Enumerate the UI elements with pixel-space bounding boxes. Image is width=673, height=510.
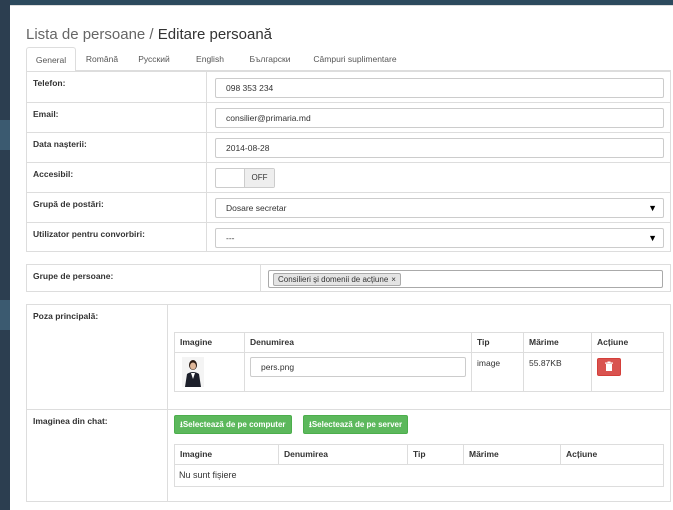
- chat-user-row: Utilizator pentru convorbiri: --- ▼: [27, 223, 670, 252]
- file-name-input[interactable]: pers.png: [250, 357, 466, 377]
- post-group-select[interactable]: Dosare secretar ▼: [215, 198, 664, 218]
- email-row: Email: consilier@primaria.md: [27, 103, 670, 133]
- name-cell: pers.png: [245, 353, 472, 391]
- person-photo-thumbnail[interactable]: [182, 357, 204, 387]
- table-header: Imagine Denumirea Tip Mărime Acțiune: [175, 333, 663, 353]
- breadcrumb-separator: /: [145, 26, 158, 43]
- post-group-row: Grupă de postări: Dosare secretar ▼: [27, 193, 670, 223]
- post-group-value: Dosare secretar: [226, 203, 287, 213]
- empty-message: Nu sunt fișiere: [179, 470, 237, 480]
- main-image-label: Poza principală:: [27, 305, 168, 409]
- tab-extra-fields[interactable]: Câmpuri suplimentare: [305, 47, 405, 71]
- accessible-toggle[interactable]: OFF: [215, 168, 275, 188]
- empty-row: Nu sunt fișiere: [175, 465, 663, 486]
- language-tabs: General Română Русский English Български…: [26, 47, 671, 72]
- col-type: Tip: [472, 333, 524, 352]
- trash-icon: [605, 361, 613, 371]
- phone-input[interactable]: 098 353 234: [215, 78, 664, 98]
- tab-russian[interactable]: Русский: [136, 47, 172, 71]
- col-name: Denumirea: [279, 445, 408, 464]
- accessible-label: Accesibil:: [27, 163, 207, 192]
- tag-remove-icon[interactable]: ×: [391, 275, 396, 284]
- breadcrumb-current: Editare persoană: [157, 26, 273, 43]
- toggle-state: OFF: [244, 169, 274, 187]
- email-label: Email:: [27, 103, 207, 132]
- col-image: Imagine: [175, 445, 279, 464]
- page-title: Lista de persoane / Editare persoană: [26, 26, 272, 43]
- birthdate-input[interactable]: 2014-08-28: [215, 138, 664, 158]
- person-groups-label: Grupe de persoane:: [27, 265, 261, 291]
- person-groups-multiselect[interactable]: Consilieri și domenii de acțiune ×: [268, 270, 663, 288]
- chat-user-label: Utilizator pentru convorbiri:: [27, 223, 207, 252]
- table-header: Imagine Denumirea Tip Mărime Acțiune: [175, 445, 663, 465]
- person-groups-form: Grupe de persoane: Consilieri și domenii…: [26, 264, 671, 292]
- select-from-computer-button[interactable]: ⭳Selectează de pe computer: [174, 415, 292, 434]
- images-form: Poza principală: Imagine Denumirea Tip M…: [26, 304, 671, 502]
- general-form: Telefon: 098 353 234 Email: consilier@pr…: [26, 71, 671, 252]
- chat-image-files-table: Imagine Denumirea Tip Mărime Acțiune Nu …: [174, 444, 664, 487]
- accessible-row: Accesibil: OFF: [27, 163, 670, 193]
- breadcrumb-parent[interactable]: Lista de persoane: [26, 26, 145, 43]
- edit-person-modal: Lista de persoane / Editare persoană Gen…: [10, 5, 673, 510]
- file-size: 55.87KB: [524, 353, 592, 391]
- col-image: Imagine: [175, 333, 245, 352]
- thumb-cell: [175, 353, 245, 391]
- chat-image-label: Imaginea din chat:: [27, 410, 168, 502]
- col-type: Tip: [408, 445, 464, 464]
- birthdate-label: Data nașterii:: [27, 133, 207, 162]
- dropdown-arrow-icon: ▼: [648, 233, 657, 243]
- dropdown-arrow-icon: ▼: [648, 203, 657, 213]
- phone-row: Telefon: 098 353 234: [27, 72, 670, 103]
- tab-english[interactable]: English: [187, 47, 233, 71]
- col-action: Acțiune: [597, 337, 629, 347]
- main-image-files-table: Imagine Denumirea Tip Mărime Acțiune per…: [174, 332, 664, 392]
- chat-user-select[interactable]: --- ▼: [215, 228, 664, 248]
- tab-general[interactable]: General: [26, 47, 76, 72]
- sidebar-item[interactable]: [0, 120, 10, 150]
- file-type: image: [472, 353, 524, 391]
- chat-image-row: Imaginea din chat: ⭳Selectează de pe com…: [27, 410, 670, 502]
- tab-romana[interactable]: Română: [84, 47, 120, 71]
- main-image-row: Poza principală: Imagine Denumirea Tip M…: [27, 305, 670, 410]
- birthdate-row: Data nașterii: 2014-08-28: [27, 133, 670, 163]
- post-group-label: Grupă de postări:: [27, 193, 207, 222]
- table-row: pers.png image 55.87KB: [175, 353, 663, 391]
- group-tag: Consilieri și domenii de acțiune ×: [273, 273, 401, 286]
- action-cell: [592, 353, 663, 391]
- col-name: Denumirea: [245, 333, 472, 352]
- col-size: Mărime: [464, 445, 561, 464]
- phone-label: Telefon:: [27, 72, 207, 102]
- sidebar-item[interactable]: [0, 300, 10, 330]
- group-tag-label: Consilieri și domenii de acțiune: [278, 275, 389, 284]
- col-size: Mărime: [524, 333, 592, 352]
- email-input[interactable]: consilier@primaria.md: [215, 108, 664, 128]
- app-sidebar: [0, 0, 10, 510]
- col-action: Acțiune: [566, 449, 598, 459]
- chat-user-value: ---: [226, 233, 235, 243]
- tab-bulgarian[interactable]: Български: [243, 47, 297, 71]
- select-from-server-button[interactable]: ⭳Selectează de pe server: [303, 415, 409, 434]
- delete-file-button[interactable]: [597, 358, 621, 376]
